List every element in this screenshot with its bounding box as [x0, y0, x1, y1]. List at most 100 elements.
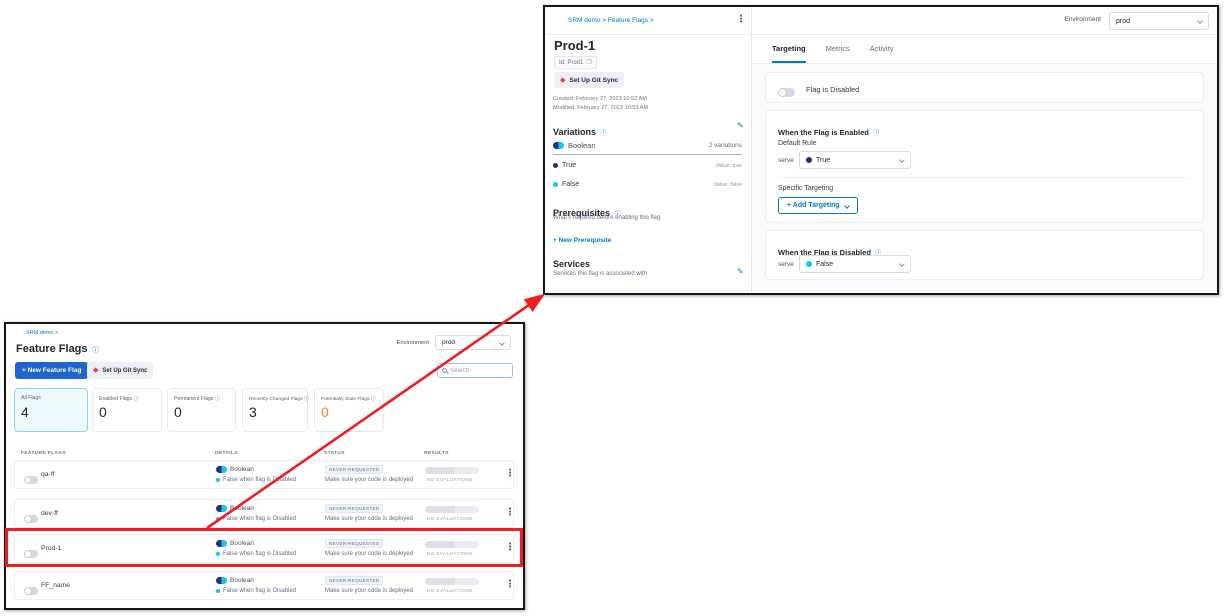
serve-true-select[interactable]: True [799, 151, 911, 169]
status-badge: NEVER-REQUESTED [325, 504, 383, 513]
boolean-variation-icon [216, 577, 227, 584]
stat-card-enabled-flags[interactable]: Enabled Flags ⓘ 0 [92, 388, 162, 432]
column-header-details: DETAILS [215, 451, 238, 456]
copy-icon[interactable]: ❐ [586, 59, 591, 66]
environment-bar: Environment prod [752, 7, 1217, 35]
tab-metrics[interactable]: Metrics [826, 35, 850, 63]
breadcrumb[interactable]: SRM demo > [26, 330, 58, 336]
environment-select[interactable]: prod [1109, 12, 1209, 30]
divider [553, 154, 742, 155]
serve-false-value: False [816, 261, 833, 268]
created-timestamp: Created: February 27, 2023 10:53 AM [553, 96, 647, 102]
flag-detail-sidebar: SRM demo > Feature Flags > ⋮ Prod-1 Id: … [545, 7, 752, 293]
variation-false-row: False Value: false [553, 181, 742, 188]
tab-targeting[interactable]: Targeting [772, 35, 806, 63]
results-text: NO EVALUATIONS [427, 517, 473, 522]
environment-value: prod [1116, 18, 1198, 25]
kebab-menu-icon[interactable]: ⋮ [736, 15, 746, 25]
composite-screenshot: SRM demo > Feature Flags > ⋮ Prod-1 Id: … [0, 0, 1224, 616]
detail-tabs: Targeting Metrics Activity [752, 35, 1217, 64]
results-text: NO EVALUATIONS [427, 478, 473, 483]
search-box [437, 363, 513, 378]
targeting-content: Flag is Disabled When the Flag is Enable… [752, 64, 1217, 293]
serve-label: serve [778, 157, 794, 164]
boolean-variation-icon [553, 142, 564, 149]
status-text: Make sure your code is deployed [325, 477, 413, 483]
add-targeting-button[interactable]: + Add Targeting [778, 197, 858, 214]
search-icon [442, 368, 447, 373]
git-sync-diamond-icon: ◆ [560, 77, 565, 84]
divider [778, 177, 1191, 178]
default-rule-label: Default Rule [778, 140, 817, 147]
variation-type: Boolean [568, 141, 596, 150]
git-sync-button[interactable]: ◆ Set Up Git Sync [87, 362, 153, 379]
info-icon: ⓘ [873, 131, 879, 137]
kebab-menu-icon[interactable]: ⋮ [505, 469, 515, 479]
status-badge: NEVER-REQUESTED [325, 576, 383, 585]
variation-count: 2 variations [709, 142, 742, 149]
variation-true-row: True Value: true [553, 162, 742, 169]
status-text: Make sure your code is deployed [325, 516, 413, 522]
flag-toggle[interactable] [24, 515, 38, 523]
boolean-variation-icon [216, 505, 227, 512]
when-disabled-card: When the Flag is Disabled ⓘ serve False [765, 230, 1204, 280]
chevron-down-icon [1197, 18, 1203, 24]
status-text: Make sure your code is deployed [325, 588, 413, 594]
flag-detail-main: Environment prod Targeting Metrics Activ… [752, 7, 1217, 293]
results-bar [425, 467, 479, 474]
git-sync-label: Set Up Git Sync [102, 368, 147, 374]
chevron-down-icon [844, 203, 850, 209]
services-description: Services this flag is associated with [553, 271, 703, 277]
edit-variations-icon[interactable]: ✎ [737, 121, 744, 130]
kebab-menu-icon[interactable]: ⋮ [505, 580, 515, 590]
when-enabled-card: When the Flag is Enabled ⓘ Default Rule … [765, 110, 1204, 223]
flag-id-badge: Id: Prod1 ❐ [554, 56, 597, 69]
flag-name: qa-ff [41, 471, 54, 478]
variations-header: Variations ⓘ [553, 122, 607, 140]
table-row[interactable]: dev-ff Boolean False when flag is Disabl… [14, 499, 514, 528]
table-row[interactable]: FF_name Boolean False when flag is Disab… [14, 571, 514, 600]
search-input[interactable] [450, 368, 508, 374]
environment-value: prod [442, 339, 500, 346]
variation-value: Value: false [714, 182, 742, 188]
breadcrumb[interactable]: SRM demo > Feature Flags > [568, 17, 654, 24]
flag-id-text: Id: Prod1 [559, 60, 583, 66]
serve-false-select[interactable]: False [799, 255, 911, 273]
chevron-down-icon [899, 157, 905, 163]
boolean-variation-icon [216, 466, 227, 473]
column-header-feature-flags: FEATURE FLAGS [21, 451, 66, 456]
false-dot-icon [806, 261, 812, 267]
false-dot-icon [216, 589, 220, 593]
new-feature-flag-button[interactable]: + New Feature Flag [15, 362, 88, 379]
variation-value: Value: true [716, 163, 742, 169]
flag-state-card: Flag is Disabled [765, 72, 1204, 103]
false-dot-icon [216, 478, 220, 482]
info-icon: ⓘ [371, 396, 376, 402]
environment-select[interactable]: prod [435, 335, 511, 350]
services-header: Services [553, 259, 590, 269]
when-enabled-header: When the Flag is Enabled ⓘ [778, 122, 879, 140]
edit-services-icon[interactable]: ✎ [737, 267, 744, 276]
flag-enabled-toggle[interactable] [778, 88, 795, 97]
true-dot-icon [553, 163, 558, 168]
git-sync-button[interactable]: ◆ Set Up Git Sync [554, 72, 624, 88]
environment-label: Environment [1065, 16, 1102, 23]
new-prerequisite-link[interactable]: + New Prerequisite [553, 237, 611, 244]
flag-toggle[interactable] [24, 476, 38, 484]
stat-card-all-flags[interactable]: All Flags 4 [14, 388, 88, 432]
stat-card-permanent-flags[interactable]: Permanent Flags ⓘ 0 [167, 388, 236, 432]
info-icon: ⓘ [600, 131, 606, 137]
stat-card-recently-changed-flags[interactable]: Recently Changed Flags ⓘ 3 [242, 388, 308, 432]
flag-name: dev-ff [41, 510, 58, 517]
column-header-status: STATUS [324, 451, 345, 456]
flag-toggle[interactable] [24, 587, 38, 595]
environment-label: Environment [396, 340, 429, 346]
git-sync-diamond-icon: ◆ [93, 367, 98, 374]
table-row[interactable]: qa-ff Boolean False when flag is Disable… [14, 460, 514, 489]
kebab-menu-icon[interactable]: ⋮ [505, 508, 515, 518]
flag-state-label: Flag is Disabled [806, 85, 859, 94]
stat-card-potentially-stale-flags[interactable]: Potentially Stale Flags ⓘ 0 [314, 388, 384, 432]
specific-targeting-label: Specific Targeting [778, 185, 833, 192]
tab-activity[interactable]: Activity [870, 35, 894, 63]
variation-type-row: Boolean 2 variations [553, 141, 742, 150]
